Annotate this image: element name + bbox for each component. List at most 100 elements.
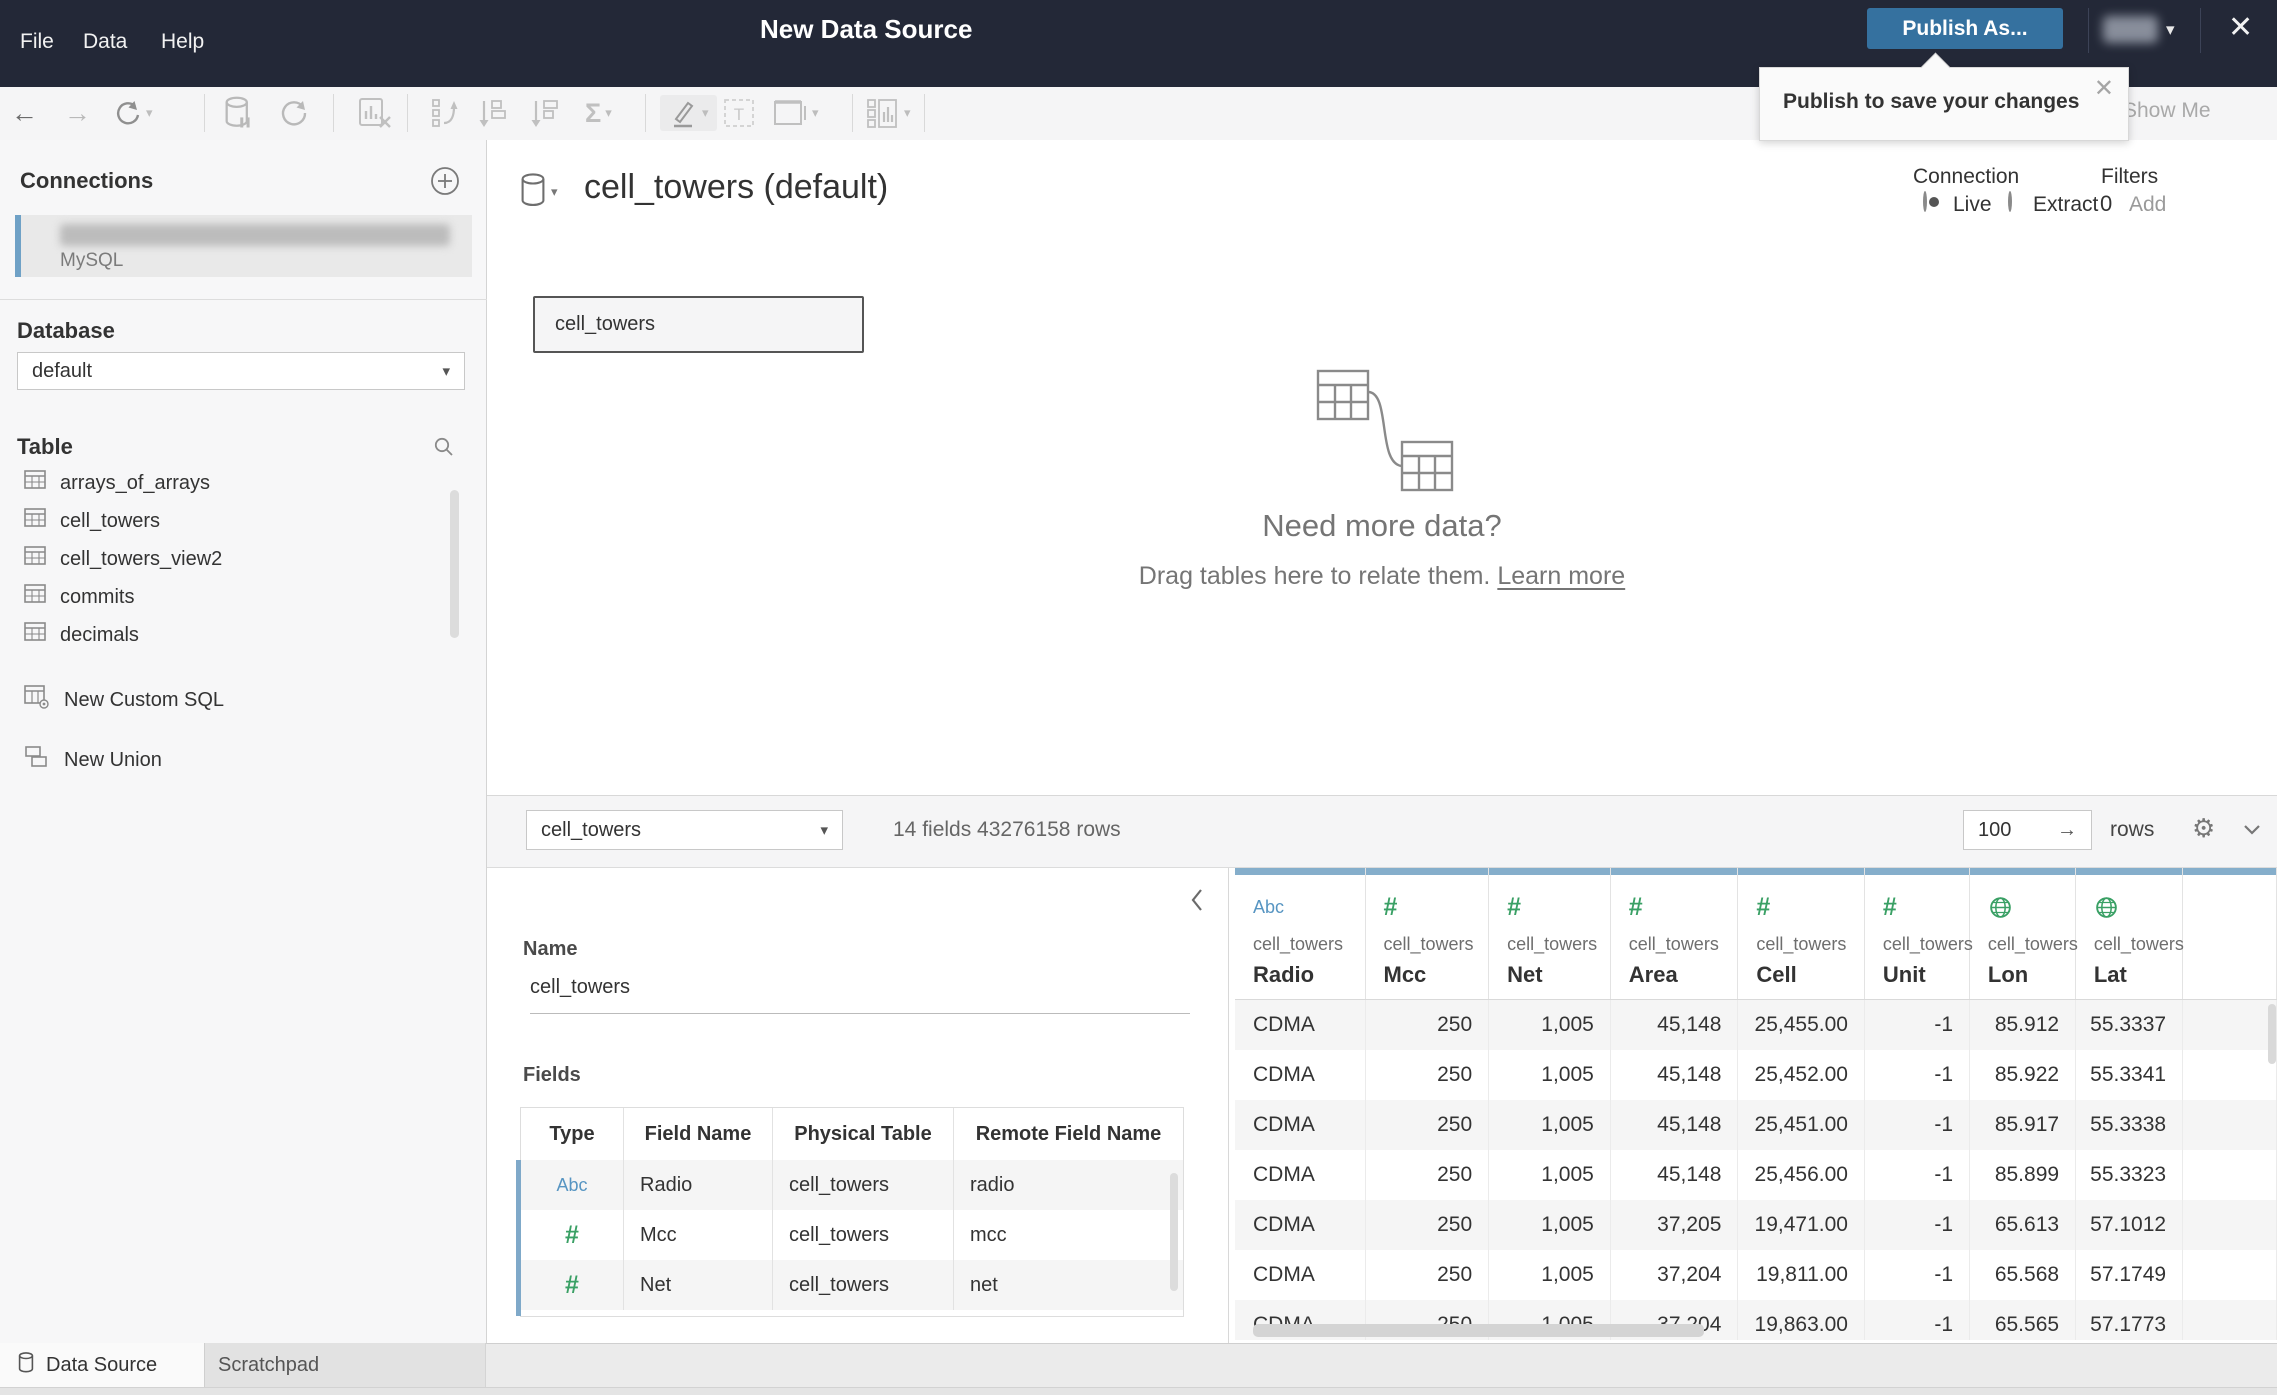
grid-col-header-Radio[interactable]: Abc cell_towers Radio <box>1235 868 1366 999</box>
number-type-icon: # <box>1507 892 1522 921</box>
grid-col-header-Cell[interactable]: # cell_towers Cell <box>1738 868 1865 999</box>
close-window-icon[interactable]: ✕ <box>2228 10 2253 45</box>
annotate-icon[interactable]: T <box>722 95 756 131</box>
pause-auto-updates-icon[interactable] <box>224 95 252 131</box>
grid-col-header-Area[interactable]: # cell_towers Area <box>1610 868 1739 999</box>
sidebar-table-item-commits[interactable]: commits <box>24 578 464 616</box>
fields-col-header: Type <box>521 1108 624 1160</box>
learn-more-link[interactable]: Learn more <box>1497 562 1625 590</box>
menu-help[interactable]: Help <box>161 30 204 54</box>
column-accent-bar <box>1489 868 1610 875</box>
datasource-title[interactable]: cell_towers (default) <box>584 168 888 207</box>
grid-vertical-scrollbar[interactable] <box>2268 1004 2276 1064</box>
grid-cell: -1 <box>1865 1150 1971 1200</box>
filters-add-link[interactable]: Add <box>2129 193 2166 217</box>
field-name-cell[interactable]: Radio <box>624 1160 773 1210</box>
grid-col-header-Mcc[interactable]: # cell_towers Mcc <box>1365 868 1490 999</box>
show-hide-cards-icon[interactable]: ▾ <box>866 95 911 131</box>
related-tables-illustration <box>1315 368 1455 505</box>
tooltip-close-icon[interactable]: ✕ <box>2094 74 2114 103</box>
grid-col-header-Unit[interactable]: # cell_towers Unit <box>1864 868 1973 999</box>
grid-cell-empty <box>2183 1150 2277 1200</box>
row-count-input[interactable]: 100 → <box>1963 810 2092 850</box>
number-type-icon: # <box>1882 892 1897 921</box>
new-custom-sql-button[interactable]: New Custom SQL <box>24 680 464 720</box>
tooltip-text: Publish to save your changes <box>1783 90 2080 113</box>
grid-row[interactable]: CDMA 250 1,005 45,148 25,451.00 -1 85.917 55.33… <box>1235 1100 2277 1150</box>
sidebar-table-item-arrays_of_arrays[interactable]: arrays_of_arrays <box>24 464 464 502</box>
number-type-icon: # <box>1756 892 1771 921</box>
publish-as-button[interactable]: Publish As... <box>1867 8 2063 49</box>
add-connection-icon[interactable] <box>430 166 460 201</box>
forward-icon[interactable]: → <box>64 95 91 131</box>
datasource-tab-icon <box>18 1351 34 1379</box>
grid-col-header-Lon[interactable]: cell_towers Lon <box>1969 868 2078 999</box>
grid-cell: 57.1749 <box>2076 1250 2184 1300</box>
totals-icon[interactable]: Σ ▾ <box>585 95 612 131</box>
fields-row-Net[interactable]: # Net cell_towers net <box>516 1260 1183 1310</box>
fields-row-Radio[interactable]: Abc Radio cell_towers radio <box>516 1160 1183 1210</box>
grid-cell: 65.568 <box>1970 1250 2077 1300</box>
grid-cell: 250 <box>1366 1150 1490 1200</box>
grid-cell-empty <box>2183 1100 2277 1150</box>
database-select[interactable]: default ▾ <box>17 352 465 390</box>
sidebar-table-item-cell_towers[interactable]: cell_towers <box>24 502 464 540</box>
live-radio[interactable] <box>1923 191 1927 212</box>
grid-col-header-Lat[interactable]: cell_towers Lat <box>2075 868 2184 999</box>
sidebar-table-item-cell_towers_view2[interactable]: cell_towers_view2 <box>24 540 464 578</box>
connection-type-label: MySQL <box>60 250 124 271</box>
tab-data-source[interactable]: Data Source <box>0 1343 205 1387</box>
highlight-icon[interactable]: ▾ <box>660 95 717 131</box>
run-auto-update-icon[interactable] <box>278 95 310 131</box>
sort-ascending-icon[interactable] <box>478 95 512 131</box>
fit-selector-icon[interactable]: ▾ <box>772 95 819 131</box>
grid-row[interactable]: CDMA 250 1,005 45,148 25,456.00 -1 85.899 55.33… <box>1235 1150 2277 1200</box>
grid-cell: -1 <box>1865 1050 1971 1100</box>
collapse-preview-chevron-icon[interactable] <box>2239 816 2265 847</box>
field-name-cell[interactable]: Net <box>624 1260 773 1310</box>
grid-col-header-Net[interactable]: # cell_towers Net <box>1489 868 1611 999</box>
live-radio-label[interactable]: Live <box>1953 193 1992 217</box>
new-custom-sql-label: New Custom SQL <box>64 688 225 711</box>
tab-data-source-label: Data Source <box>46 1353 158 1376</box>
clear-sheet-icon[interactable] <box>358 95 392 131</box>
menu-data[interactable]: Data <box>83 30 127 54</box>
preview-table-select[interactable]: cell_towers ▾ <box>526 810 843 850</box>
grid-row[interactable]: CDMA 250 1,005 37,204 19,811.00 -1 65.568 57.17… <box>1235 1250 2277 1300</box>
username-redacted[interactable] <box>2103 16 2158 43</box>
collapse-panel-icon[interactable] <box>1187 886 1207 919</box>
grid-row[interactable]: CDMA 250 1,005 45,148 25,455.00 -1 85.912 55.33… <box>1235 1000 2277 1050</box>
grid-horizontal-scrollbar[interactable] <box>1253 1324 1704 1337</box>
grid-cell: CDMA <box>1235 1050 1366 1100</box>
publish-tooltip: Publish to save your changes ✕ <box>1759 67 2129 141</box>
column-accent-bar <box>2182 868 2276 875</box>
extract-radio-label[interactable]: Extract <box>2033 193 2098 217</box>
grid-row[interactable]: CDMA 250 1,005 37,205 19,471.00 -1 65.613 57.10… <box>1235 1200 2277 1250</box>
show-me-button[interactable]: Show Me <box>2123 99 2211 123</box>
grid-row[interactable]: CDMA 250 1,005 45,148 25,452.00 -1 85.922 55.33… <box>1235 1050 2277 1100</box>
redo-icon[interactable]: ▾ <box>112 95 153 131</box>
apply-rows-arrow-icon[interactable]: → <box>2057 819 2077 842</box>
menu-file[interactable]: File <box>20 30 54 54</box>
grid-cell: 55.3338 <box>2076 1100 2184 1150</box>
tab-scratchpad[interactable]: Scratchpad <box>205 1343 486 1387</box>
sort-descending-icon[interactable] <box>530 95 564 131</box>
table-list-scrollbar[interactable] <box>450 490 459 638</box>
datasource-caret-icon[interactable]: ▾ <box>551 184 558 200</box>
fields-table-scrollbar[interactable] <box>1170 1173 1178 1291</box>
search-icon[interactable] <box>433 436 455 463</box>
empty-state-subtitle: Drag tables here to relate them. Learn m… <box>487 562 2277 591</box>
sidebar-table-item-decimals[interactable]: decimals <box>24 616 464 654</box>
logical-table-label: cell_towers <box>555 313 656 335</box>
swap-rows-columns-icon[interactable] <box>430 95 462 131</box>
extract-radio[interactable] <box>2008 191 2012 212</box>
field-name-cell[interactable]: Mcc <box>624 1210 773 1260</box>
name-input[interactable]: cell_towers <box>530 976 630 999</box>
datasource-icon[interactable] <box>520 173 546 212</box>
new-union-button[interactable]: New Union <box>24 740 464 780</box>
logical-table-node[interactable]: cell_towers <box>533 296 864 353</box>
gear-icon[interactable]: ⚙ <box>2192 813 2215 844</box>
user-menu-caret-icon[interactable]: ▾ <box>2166 20 2175 40</box>
fields-row-Mcc[interactable]: # Mcc cell_towers mcc <box>516 1210 1183 1260</box>
back-icon[interactable]: ← <box>11 95 38 131</box>
